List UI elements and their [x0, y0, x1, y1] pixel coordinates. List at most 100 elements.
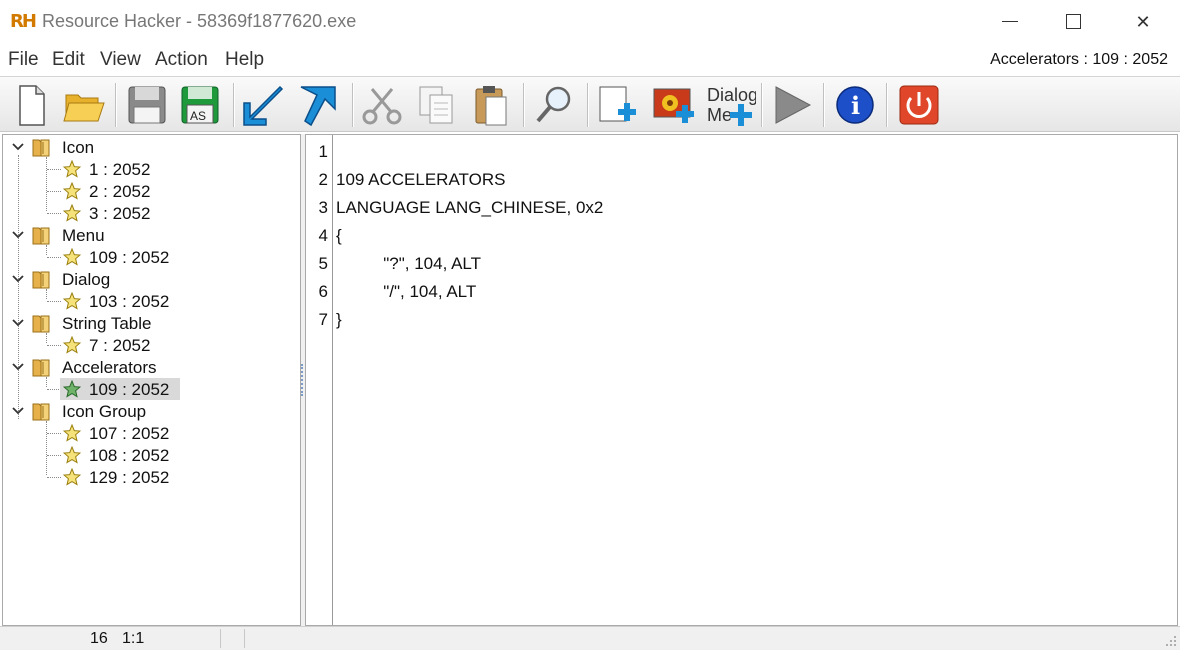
tree-leaf[interactable]: 2 : 2052 — [3, 180, 299, 202]
minimize-icon — [1002, 21, 1018, 22]
title-bar: RH Resource Hacker - 58369f1877620.exe ✕ — [0, 0, 1180, 44]
chevron-down-icon[interactable] — [11, 316, 25, 330]
line-number-gutter: 1 2 3 4 5 6 7 — [306, 135, 333, 625]
menu-help[interactable]: Help — [225, 49, 264, 71]
window-title: Resource Hacker - 58369f1877620.exe — [42, 11, 357, 31]
bookmark-icon — [300, 86, 336, 127]
open-button[interactable] — [60, 81, 110, 129]
close-icon: ✕ — [1135, 12, 1151, 32]
new-button[interactable] — [6, 81, 56, 129]
code-line: LANGUAGE LANG_CHINESE, 0x2 — [336, 198, 604, 217]
save-icon — [128, 86, 166, 124]
star-icon — [63, 160, 81, 178]
star-icon — [63, 292, 81, 310]
exit-button[interactable] — [894, 81, 944, 129]
tree-leaf-label: 2 : 2052 — [89, 182, 151, 201]
menu-edit[interactable]: Edit — [52, 49, 85, 71]
tree-leaf[interactable]: 1 : 2052 — [3, 158, 299, 180]
code-line: } — [336, 310, 342, 329]
copy-button[interactable] — [412, 81, 462, 129]
svg-text:Me: Me — [707, 105, 732, 125]
resource-tree[interactable]: Icon 1 : 2052 2 : 2052 3 : 2052 Menu 109… — [2, 134, 301, 626]
tree-node-string-table[interactable]: String Table — [3, 312, 299, 334]
star-icon — [63, 336, 81, 354]
tree-leaf[interactable]: 103 : 2052 — [3, 290, 299, 312]
tree-leaf[interactable]: 3 : 2052 — [3, 202, 299, 224]
chevron-down-icon[interactable] — [11, 360, 25, 374]
tree-leaf[interactable]: 107 : 2052 — [3, 422, 299, 444]
tree-leaf-label: 109 : 2052 — [89, 380, 170, 399]
tree-leaf-label: 107 : 2052 — [89, 424, 170, 443]
svg-text:Dialog: Dialog — [707, 85, 756, 105]
tree-leaf-label: 103 : 2052 — [89, 292, 170, 311]
tree-node-menu[interactable]: Menu — [3, 224, 299, 246]
script-editor[interactable]: 1 2 3 4 5 6 7 109 ACCELERATORS LANGUAGE … — [305, 134, 1178, 626]
tree-leaf[interactable]: 109 : 2052 — [3, 246, 299, 268]
menu-file[interactable]: File — [8, 49, 39, 71]
folder-icon — [32, 227, 50, 245]
chevron-down-icon[interactable] — [11, 272, 25, 286]
code-line: "?", 104, ALT — [336, 254, 481, 273]
star-icon — [63, 468, 81, 486]
tree-node-label: Icon — [62, 138, 95, 157]
menu-bar: File Edit View Action Help Accelerators … — [0, 44, 1180, 76]
line-number: 3 — [318, 198, 328, 217]
tree-node-label: Menu — [62, 226, 105, 245]
tree-leaf-label: 109 : 2052 — [89, 248, 170, 267]
chevron-down-icon[interactable] — [11, 404, 25, 418]
star-icon — [63, 204, 81, 222]
chevron-down-icon[interactable] — [11, 140, 25, 154]
copy-icon — [419, 86, 453, 124]
splitter-grip-icon — [301, 364, 304, 396]
run-button[interactable] — [768, 81, 818, 129]
minimize-button[interactable] — [986, 0, 1032, 44]
maximize-button[interactable] — [1050, 0, 1096, 44]
tree-node-icon[interactable]: Icon — [3, 136, 299, 158]
tree-leaf-selected[interactable]: 109 : 2052 — [3, 378, 299, 400]
toolbar-separator — [115, 83, 117, 127]
dialog-menu-button[interactable]: Dialog Me — [704, 81, 758, 129]
tree-leaf[interactable]: 108 : 2052 — [3, 444, 299, 466]
paste-icon — [475, 86, 507, 126]
tree-node-icon-group[interactable]: Icon Group — [3, 400, 299, 422]
power-icon — [899, 85, 939, 125]
about-button[interactable]: i — [830, 81, 880, 129]
menu-action[interactable]: Action — [155, 49, 208, 71]
line-number: 7 — [318, 310, 328, 329]
menu-view[interactable]: View — [100, 49, 141, 71]
status-bar: 16 1:1 — [0, 626, 1180, 650]
tree-node-dialog[interactable]: Dialog — [3, 268, 299, 290]
toolbar-separator — [761, 83, 763, 127]
star-icon — [63, 248, 81, 266]
compile-icon — [243, 85, 284, 126]
find-icon — [536, 86, 571, 123]
tree-leaf-label: 108 : 2052 — [89, 446, 170, 465]
add-image-button[interactable] — [650, 81, 700, 129]
add-resource-button[interactable] — [594, 81, 644, 129]
resize-grip-icon[interactable] — [1165, 635, 1177, 647]
paste-button[interactable] — [466, 81, 516, 129]
tree-leaf-label: 129 : 2052 — [89, 468, 170, 487]
status-line-count: 16 — [90, 630, 108, 647]
save-as-button[interactable]: AS — [176, 81, 226, 129]
tree-leaf-label: 1 : 2052 — [89, 160, 151, 179]
tree-leaf[interactable]: 7 : 2052 — [3, 334, 299, 356]
open-folder-icon — [63, 94, 105, 122]
close-button[interactable]: ✕ — [1120, 0, 1166, 44]
chevron-down-icon[interactable] — [11, 228, 25, 242]
bookmark-button[interactable] — [295, 81, 345, 129]
folder-icon — [32, 403, 50, 421]
toolbar-separator — [352, 83, 354, 127]
code-line: 109 ACCELERATORS — [336, 170, 506, 189]
folder-icon — [32, 359, 50, 377]
compile-button[interactable] — [240, 81, 290, 129]
cut-button[interactable] — [358, 81, 408, 129]
find-button[interactable] — [530, 81, 580, 129]
current-resource-indicator: Accelerators : 109 : 2052 — [990, 51, 1168, 68]
tree-leaf[interactable]: 129 : 2052 — [3, 466, 299, 488]
add-image-resource-icon — [653, 88, 694, 123]
tree-node-accelerators[interactable]: Accelerators — [3, 356, 299, 378]
tree-node-label: Dialog — [62, 270, 111, 289]
save-button[interactable] — [122, 81, 172, 129]
code-line: "/", 104, ALT — [336, 282, 477, 301]
